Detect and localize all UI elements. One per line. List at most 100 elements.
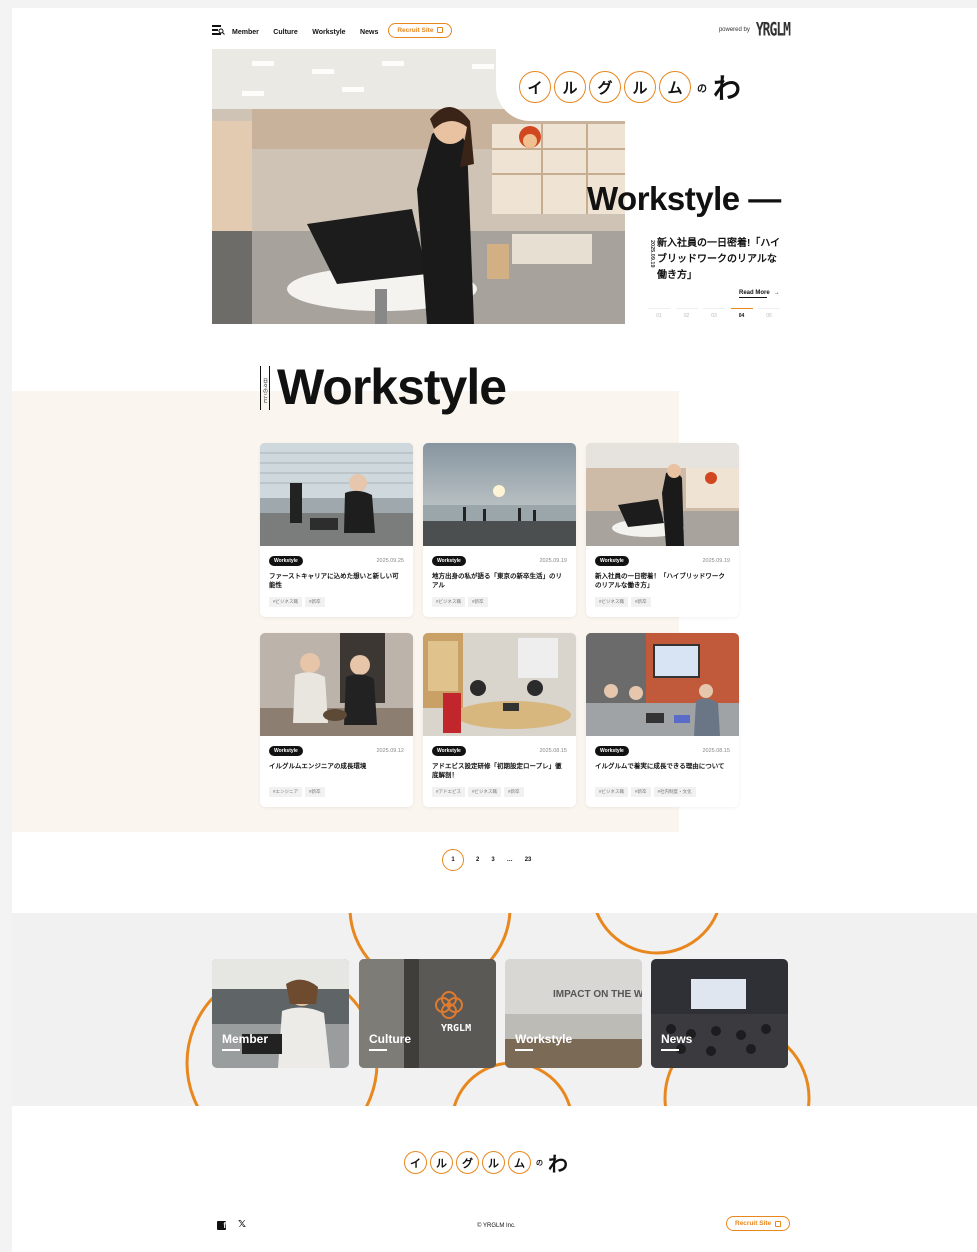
logo-no: の: [697, 83, 707, 95]
footer-recruit-site-button[interactable]: Recruit Site: [726, 1216, 791, 1231]
logo-char: ム: [659, 71, 691, 103]
logo-char: ル: [482, 1151, 505, 1174]
category-member[interactable]: Member: [212, 959, 349, 1068]
card-hashtags: #ビジネス職 #新卒: [432, 597, 488, 607]
card-title: ファーストキャリアに込めた想いと新しい可能性: [269, 573, 399, 590]
card-tag[interactable]: Workstyle: [595, 746, 629, 756]
page: Member Culture Workstyle News Recruit Si…: [12, 8, 977, 1252]
page-ellipsis: …: [506, 857, 513, 863]
hashtag[interactable]: #ビジネス職: [269, 597, 303, 607]
x-icon[interactable]: 𝕏: [238, 1220, 246, 1230]
hashtag[interactable]: #新卒: [504, 787, 524, 797]
card-date: 2025.08.15: [539, 748, 567, 754]
hashtag[interactable]: #社内制度・文化: [653, 787, 696, 797]
article-card[interactable]: Workstyle 2025.09.12 イルグルムエンジニアの成長環境 #エンジ…: [260, 633, 413, 807]
card-title: 地方出身の私が語る「東京の新卒生活」のリアル: [432, 573, 562, 590]
logo-char: ル: [430, 1151, 453, 1174]
read-more-label: Read More: [739, 290, 770, 296]
card-date: 2025.09.19: [702, 558, 730, 564]
card-image: [423, 443, 576, 546]
logo-char: イ: [519, 71, 551, 103]
card-tag[interactable]: Workstyle: [595, 556, 629, 566]
hero-slide-indicator: 01 02 03 04 05: [648, 308, 780, 319]
card-tag[interactable]: Workstyle: [432, 746, 466, 756]
card-tag[interactable]: Workstyle: [269, 556, 303, 566]
hero-date: 2025.09.19: [649, 240, 655, 268]
hashtag[interactable]: #ビジネス職: [595, 597, 629, 607]
hashtag[interactable]: #アドエビス: [432, 787, 466, 797]
article-card[interactable]: Workstyle 2025.08.15 イルグルムで着実に成長できる理由について…: [586, 633, 739, 807]
category-label: Culture: [369, 1032, 411, 1051]
nav-culture[interactable]: Culture: [273, 29, 298, 36]
yrglm-logo[interactable]: YRGLM: [756, 20, 791, 41]
card-date: 2025.09.19: [539, 558, 567, 564]
arrow-right-icon: →: [773, 290, 780, 296]
logo-char: ム: [508, 1151, 531, 1174]
external-link-icon: [775, 1220, 782, 1227]
powered-by: powered by YRGLM: [718, 20, 791, 41]
slide-dot-active[interactable]: 04: [730, 308, 753, 319]
category-culture[interactable]: YRGLM Culture: [359, 959, 496, 1068]
logo-char: グ: [589, 71, 621, 103]
hashtag[interactable]: #新卒: [468, 597, 488, 607]
recruit-site-label: Recruit Site: [735, 1220, 772, 1227]
hashtag[interactable]: #ビジネス職: [432, 597, 466, 607]
category-label: Member: [222, 1032, 269, 1051]
menu-search-icon[interactable]: [212, 25, 225, 35]
slide-dot[interactable]: 01: [648, 308, 670, 319]
article-card[interactable]: Workstyle 2025.09.25 ファーストキャリアに込めた想いと新しい可…: [260, 443, 413, 617]
recruit-site-button[interactable]: Recruit Site: [388, 22, 453, 38]
category-news[interactable]: News: [651, 959, 788, 1068]
external-link-icon: [437, 27, 444, 33]
card-tag[interactable]: Workstyle: [269, 746, 303, 756]
category-workstyle[interactable]: IMPACT ON THE WORLD Workstyle: [505, 959, 642, 1068]
slide-dot[interactable]: 02: [675, 308, 698, 319]
card-hashtags: #ビジネス職 #新卒 #社内制度・文化: [595, 787, 696, 797]
hashtag[interactable]: #新卒: [305, 787, 325, 797]
card-image: [423, 633, 576, 736]
hashtag[interactable]: #新卒: [631, 787, 651, 797]
powered-by-label: powered by: [718, 27, 750, 33]
logo-char: イ: [404, 1151, 427, 1174]
hashtag[interactable]: #新卒: [305, 597, 325, 607]
page-link[interactable]: 3: [491, 857, 494, 863]
card-hashtags: #エンジニア #新卒: [269, 787, 325, 797]
page-link[interactable]: 2: [476, 857, 479, 863]
page-link-last[interactable]: 23: [525, 857, 532, 863]
card-hashtags: #ビジネス職 #新卒: [269, 597, 325, 607]
category-label: Workstyle: [515, 1032, 573, 1051]
section-title: Workstyle: [277, 359, 507, 415]
category-label: News: [661, 1032, 693, 1051]
logo-no: の: [536, 1159, 543, 1167]
facebook-icon[interactable]: f: [217, 1220, 226, 1230]
main-nav: Member Culture Workstyle News: [232, 21, 388, 39]
hero-description[interactable]: 新入社員の一日密着!「ハイブリッドワークのリアルな働き方」: [657, 236, 785, 284]
header: Member Culture Workstyle News Recruit Si…: [212, 20, 791, 41]
card-title: イルグルムで着実に成長できる理由について: [595, 763, 725, 770]
article-card[interactable]: Workstyle 2025.09.19 地方出身の私が語る「東京の新卒生活」のリ…: [423, 443, 576, 617]
hashtag[interactable]: #エンジニア: [269, 787, 303, 797]
card-image: [260, 443, 413, 546]
nav-workstyle[interactable]: Workstyle: [312, 29, 345, 36]
nav-member[interactable]: Member: [232, 29, 259, 36]
site-logo[interactable]: イ ル グ ル ム の わ: [519, 67, 741, 107]
card-tag[interactable]: Workstyle: [432, 556, 466, 566]
article-card[interactable]: Workstyle 2025.08.15 アドエビス設定研修「初期設定ロープレ」徹…: [423, 633, 576, 807]
page-current[interactable]: 1: [442, 849, 464, 871]
logo-wa: わ: [548, 1154, 568, 1176]
category-band: Member YRGLM Culture IMPACT ON THE WORLD…: [12, 913, 977, 1106]
nav-news[interactable]: News: [360, 29, 378, 36]
card-date: 2025.09.12: [376, 748, 404, 754]
card-date: 2025.08.15: [702, 748, 730, 754]
hashtag[interactable]: #ビジネス職: [468, 787, 502, 797]
card-hashtags: #アドエビス #ビジネス職 #新卒: [432, 787, 524, 797]
read-more-link[interactable]: Read More →: [739, 290, 780, 298]
card-image: [586, 443, 739, 546]
footer-logo[interactable]: イ ル グ ル ム の わ: [404, 1148, 568, 1177]
slide-dot[interactable]: 03: [703, 308, 725, 319]
hashtag[interactable]: #ビジネス職: [595, 787, 629, 797]
recruit-site-label: Recruit Site: [397, 26, 434, 34]
article-card[interactable]: Workstyle 2025.09.19 新入社員の一日密着！「ハイブリッドワーク…: [586, 443, 739, 617]
slide-dot[interactable]: 05: [758, 308, 780, 319]
hashtag[interactable]: #新卒: [631, 597, 651, 607]
